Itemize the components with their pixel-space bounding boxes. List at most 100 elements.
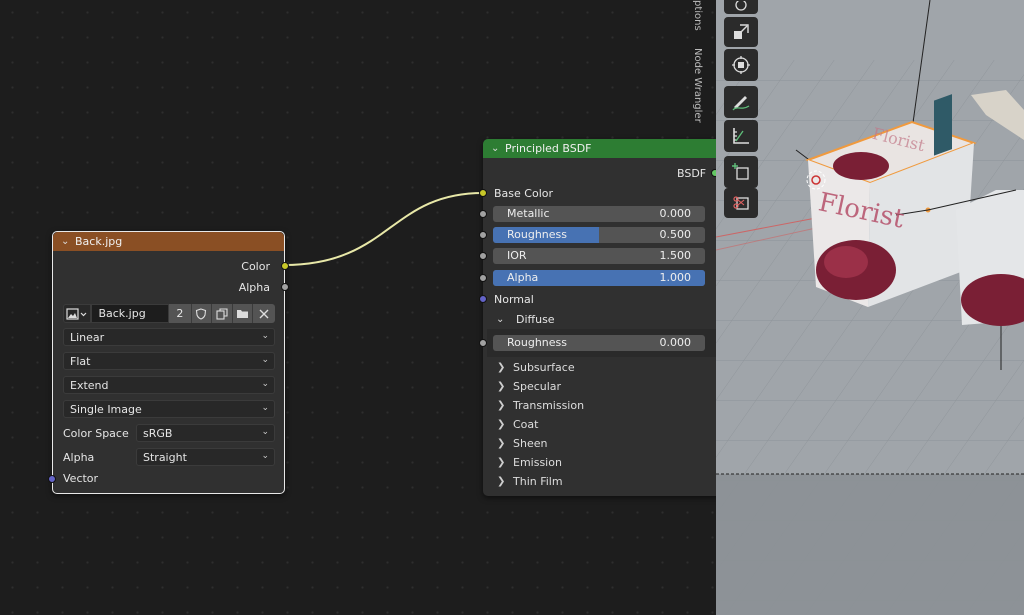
duplicate-icon (216, 307, 228, 320)
image-name-field[interactable]: Back.jpg (91, 304, 170, 323)
annotate-tool[interactable] (724, 86, 758, 118)
metallic-slider[interactable]: Metallic 0.000 (493, 206, 705, 222)
alpha-output-socket[interactable] (281, 283, 289, 291)
base-color-row: Base Color (494, 185, 553, 202)
color-space-dropdown[interactable]: sRGB ⌄ (136, 424, 275, 442)
add-cube-tool[interactable] (724, 156, 758, 188)
normal-row: Normal (494, 291, 534, 308)
user-count[interactable]: 2 (169, 304, 191, 323)
base-color-label: Base Color (494, 187, 554, 200)
chevron-right-icon: ❯ (497, 457, 506, 468)
source-value: Single Image (70, 402, 142, 416)
slider-label: Roughness (507, 228, 568, 241)
collapse-chevron-icon[interactable]: ⌄ (491, 143, 501, 154)
output-color-label: Color (241, 260, 270, 273)
collapse-chevron-icon[interactable]: ⌄ (61, 236, 71, 247)
panel-thin-film[interactable]: ❯ Thin Film (497, 475, 563, 488)
roughness-input-socket[interactable] (479, 231, 487, 239)
diffuse-label: Diffuse (516, 313, 555, 326)
normal-input-socket[interactable] (479, 295, 487, 303)
panel-label: Thin Film (513, 475, 563, 488)
tab-node-wrangler[interactable]: Node Wrangler (692, 48, 703, 123)
ior-slider[interactable]: IOR 1.500 (493, 248, 705, 264)
slider-value: 0.000 (659, 336, 692, 349)
chevron-down-icon: ⌄ (261, 331, 269, 341)
fake-user-button[interactable] (190, 304, 212, 323)
panel-coat[interactable]: ❯ Coat (497, 418, 538, 431)
viewport-scene (716, 0, 1024, 615)
3d-viewport[interactable]: Florist Florist (716, 0, 1024, 615)
bsdf-output-row: BSDF (677, 165, 706, 182)
alpha-input-socket[interactable] (479, 274, 487, 282)
slider-value: 0.000 (659, 207, 692, 220)
image-selector[interactable]: Back.jpg 2 (63, 304, 276, 323)
panel-emission[interactable]: ❯ Emission (497, 456, 562, 469)
color-output-socket[interactable] (281, 262, 289, 270)
open-image-button[interactable] (231, 304, 253, 323)
node-title: Back.jpg (75, 235, 123, 248)
interpolation-value: Linear (70, 330, 105, 344)
alpha-mode-label: Alpha (63, 449, 94, 466)
normal-label: Normal (494, 293, 534, 306)
slider-label: Metallic (507, 207, 550, 220)
image-browse-button[interactable] (63, 304, 92, 323)
chevron-right-icon: ❯ (497, 400, 506, 411)
image-browse-icon (66, 307, 87, 320)
tab-options[interactable]: ptions (692, 0, 703, 31)
alpha-slider[interactable]: Alpha 1.000 (493, 270, 705, 286)
rotate-tool[interactable] (724, 0, 758, 14)
measure-icon (733, 128, 749, 144)
panel-label: Sheen (513, 437, 548, 450)
slider-label: Alpha (507, 271, 539, 284)
add-cube-icon (732, 163, 749, 180)
transform-icon (732, 56, 750, 74)
alpha-mode-value: Straight (143, 450, 187, 464)
fake-user-shield-icon (196, 307, 207, 320)
diffuse-roughness-input-socket[interactable] (479, 339, 487, 347)
color-space-label-text: Color Space (63, 427, 129, 440)
image-texture-node[interactable]: ⌄ Back.jpg Color Alpha Back.jpg 2 Linear… (48, 231, 289, 494)
node-header[interactable]: ⌄ Principled BSDF (483, 139, 716, 158)
chevron-right-icon: ❯ (497, 381, 506, 392)
metallic-input-socket[interactable] (479, 210, 487, 218)
output-alpha-label: Alpha (238, 281, 270, 294)
vector-input-row: Vector (63, 470, 98, 487)
vector-input-socket[interactable] (48, 475, 56, 483)
chevron-down-icon: ⌄ (496, 314, 505, 325)
node-editor[interactable]: ⌄ Back.jpg Color Alpha Back.jpg 2 Linear… (0, 0, 716, 615)
diffuse-panel-header[interactable]: ⌄ Diffuse (496, 311, 555, 328)
source-dropdown[interactable]: Single Image ⌄ (63, 400, 275, 418)
alpha-mode-dropdown[interactable]: Straight ⌄ (136, 448, 275, 466)
node-header[interactable]: ⌄ Back.jpg (53, 232, 284, 251)
transform-tool[interactable] (724, 49, 758, 81)
roughness-slider[interactable]: Roughness 0.500 (493, 227, 705, 243)
vector-label: Vector (63, 472, 99, 485)
principled-bsdf-node[interactable]: ⌄ Principled BSDF BSDF Base Color Metall… (479, 139, 716, 496)
ior-input-socket[interactable] (479, 252, 487, 260)
cut-cube-icon (733, 196, 749, 210)
panel-transmission[interactable]: ❯ Transmission (497, 399, 584, 412)
unlink-image-button[interactable] (252, 304, 276, 323)
output-alpha-row: Alpha (239, 279, 270, 296)
slider-value: 0.500 (659, 228, 692, 241)
projection-dropdown[interactable]: Flat ⌄ (63, 352, 275, 370)
slider-label: IOR (507, 249, 527, 262)
scale-icon (734, 24, 749, 39)
base-color-input-socket[interactable] (479, 189, 487, 197)
chevron-down-icon: ⌄ (261, 451, 269, 461)
measure-tool[interactable] (724, 120, 758, 152)
panel-specular[interactable]: ❯ Specular (497, 380, 561, 393)
panel-label: Coat (513, 418, 539, 431)
panel-subsurface[interactable]: ❯ Subsurface (497, 361, 575, 374)
panel-sheen[interactable]: ❯ Sheen (497, 437, 547, 450)
alpha-mode-label-text: Alpha (63, 451, 95, 464)
panel-label: Specular (513, 380, 562, 393)
cut-cube-tool[interactable] (724, 188, 758, 218)
extension-dropdown[interactable]: Extend ⌄ (63, 376, 275, 394)
duplicate-button[interactable] (211, 304, 232, 323)
interpolation-dropdown[interactable]: Linear ⌄ (63, 328, 275, 346)
diffuse-roughness-slider[interactable]: Roughness 0.000 (493, 335, 705, 351)
color-space-value: sRGB (143, 426, 173, 440)
scale-tool[interactable] (724, 17, 758, 47)
slider-value: 1.500 (659, 249, 692, 262)
